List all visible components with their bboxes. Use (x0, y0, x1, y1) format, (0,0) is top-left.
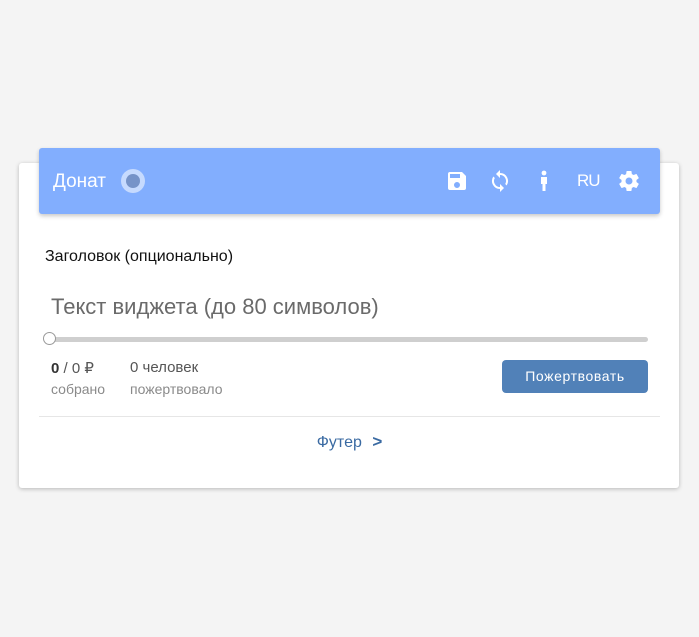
donate-button[interactable]: Пожертвовать (502, 360, 648, 393)
gear-icon[interactable] (617, 169, 641, 193)
amount-goal-value: 0 (71, 360, 81, 377)
widget-toolbar: Донат RU (39, 148, 660, 214)
widget-heading[interactable]: Заголовок (опционально) (45, 248, 233, 266)
amount-collected-value: 0 (51, 360, 60, 377)
widget-text[interactable]: Текст виджета (до 80 символов) (51, 294, 379, 320)
amount-collected-label: собрано (51, 381, 106, 397)
footer-label: Футер (316, 434, 362, 451)
footer-link[interactable]: Футер > (0, 432, 699, 452)
save-icon[interactable] (445, 169, 469, 193)
amount-separator: / (63, 360, 72, 377)
language-toggle[interactable]: RU (577, 170, 601, 192)
donors-count: 0 человек (130, 359, 199, 376)
refresh-icon[interactable] (488, 169, 512, 193)
progress-track (50, 337, 648, 342)
currency-symbol: ₽ (84, 360, 94, 377)
amount-collected: 0 / 0 ₽ (51, 359, 94, 377)
status-dot-icon[interactable] (121, 169, 145, 193)
donors-label: пожертвовало (130, 381, 223, 397)
info-icon[interactable] (532, 169, 556, 193)
toolbar-title: Донат (53, 171, 106, 192)
chevron-right-icon: > (372, 432, 383, 451)
progress-thumb[interactable] (43, 332, 56, 345)
footer-divider (39, 416, 660, 417)
